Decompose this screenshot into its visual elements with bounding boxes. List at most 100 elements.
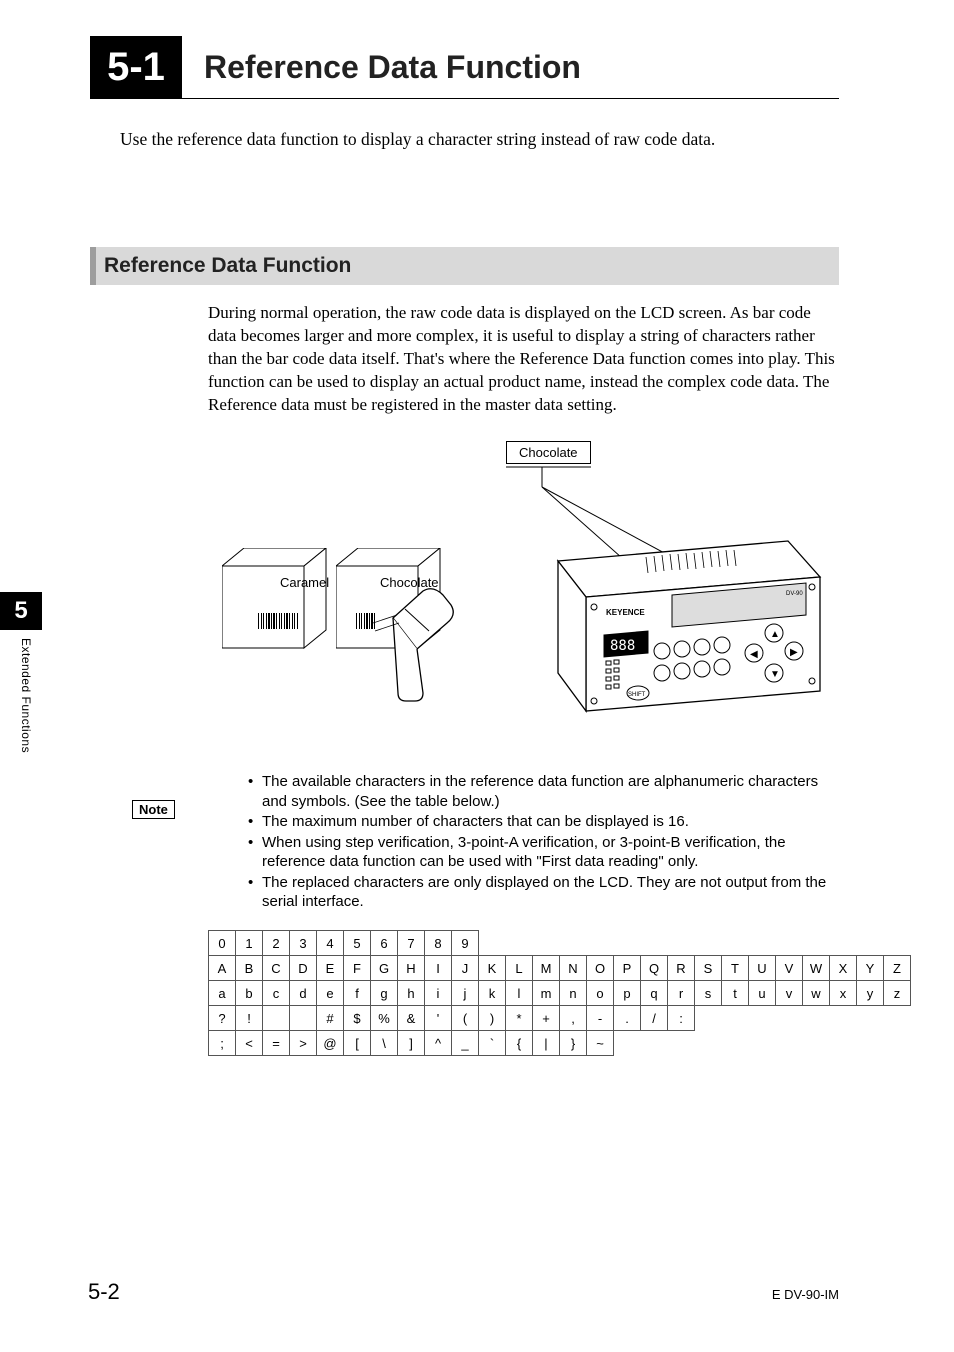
- footer-doc-id: E DV-90-IM: [772, 1287, 839, 1302]
- page: 5-1 Reference Data Function Use the refe…: [0, 0, 954, 1352]
- char-cell: j: [452, 981, 479, 1006]
- note-bullets: The available characters in the referenc…: [208, 772, 844, 913]
- char-cell: ': [425, 1006, 452, 1031]
- char-cell: [290, 1006, 317, 1031]
- char-cell: q: [641, 981, 668, 1006]
- char-cell: G: [371, 956, 398, 981]
- char-cell: g: [371, 981, 398, 1006]
- svg-text:▶: ▶: [790, 647, 798, 658]
- char-cell: E: [317, 956, 344, 981]
- char-cell: p: [614, 981, 641, 1006]
- char-cell: =: [263, 1031, 290, 1056]
- char-cell: N: [560, 956, 587, 981]
- char-cell: S: [695, 956, 722, 981]
- char-cell: s: [695, 981, 722, 1006]
- char-cell: R: [668, 956, 695, 981]
- bullet-2: When using step verification, 3-point-A …: [248, 833, 844, 872]
- page-title: Reference Data Function: [204, 49, 581, 86]
- svg-text:◀: ◀: [750, 649, 758, 660]
- char-cell: H: [398, 956, 425, 981]
- callout-text: Chocolate: [519, 445, 578, 460]
- char-cell: O: [587, 956, 614, 981]
- chapter-tab: 5: [0, 592, 42, 630]
- body-paragraph: During normal operation, the raw code da…: [208, 302, 839, 417]
- section-number: 5-1: [107, 45, 165, 90]
- barcode-icon-1: [258, 613, 314, 629]
- svg-text:888: 888: [610, 638, 635, 654]
- char-cell: e: [317, 981, 344, 1006]
- section-number-box: 5-1: [90, 36, 182, 98]
- char-cell: $: [344, 1006, 371, 1031]
- char-cell: 7: [398, 931, 425, 956]
- char-cell: -: [587, 1006, 614, 1031]
- char-cell: <: [236, 1031, 263, 1056]
- char-cell: n: [560, 981, 587, 1006]
- char-cell: w: [803, 981, 830, 1006]
- char-cell: W: [803, 956, 830, 981]
- bullet-3: The replaced characters are only display…: [248, 873, 844, 912]
- char-cell: *: [506, 1006, 533, 1031]
- intro-paragraph: Use the reference data function to displ…: [120, 128, 839, 152]
- char-cell: &: [398, 1006, 425, 1031]
- char-cell: V: [776, 956, 803, 981]
- char-cell: ~: [587, 1031, 614, 1056]
- char-cell: z: [884, 981, 911, 1006]
- char-cell: ): [479, 1006, 506, 1031]
- note-label: Note: [132, 800, 175, 819]
- char-cell: 1: [236, 931, 263, 956]
- char-cell: 9: [452, 931, 479, 956]
- char-cell: b: [236, 981, 263, 1006]
- char-cell: t: [722, 981, 749, 1006]
- svg-text:SHIFT: SHIFT: [628, 692, 646, 698]
- char-cell: }: [560, 1031, 587, 1056]
- char-cell: F: [344, 956, 371, 981]
- char-cell: {: [506, 1031, 533, 1056]
- svg-text:▲: ▲: [770, 629, 780, 640]
- char-cell: ;: [209, 1031, 236, 1056]
- char-cell: \: [371, 1031, 398, 1056]
- char-cell: ,: [560, 1006, 587, 1031]
- char-cell: ?: [209, 1006, 236, 1031]
- char-cell: ^: [425, 1031, 452, 1056]
- char-cell: Z: [884, 956, 911, 981]
- char-cell: %: [371, 1006, 398, 1031]
- product-box-1: [222, 548, 342, 653]
- chapter-number: 5: [14, 597, 27, 625]
- chapter-label: Extended Functions: [19, 638, 33, 753]
- box1-label: Caramel: [280, 575, 329, 590]
- char-cell: 0: [209, 931, 236, 956]
- char-cell: A: [209, 956, 236, 981]
- char-cell: 5: [344, 931, 371, 956]
- char-cell: o: [587, 981, 614, 1006]
- char-cell: m: [533, 981, 560, 1006]
- char-cell: r: [668, 981, 695, 1006]
- char-cell: [263, 1006, 290, 1031]
- char-cell: _: [452, 1031, 479, 1056]
- char-cell: J: [452, 956, 479, 981]
- char-cell: (: [452, 1006, 479, 1031]
- char-cell: I: [425, 956, 452, 981]
- char-cell: x: [830, 981, 857, 1006]
- char-cell: l: [506, 981, 533, 1006]
- char-cell: @: [317, 1031, 344, 1056]
- char-cell: U: [749, 956, 776, 981]
- char-cell: a: [209, 981, 236, 1006]
- char-cell: 6: [371, 931, 398, 956]
- char-cell: `: [479, 1031, 506, 1056]
- char-cell: D: [290, 956, 317, 981]
- char-cell: h: [398, 981, 425, 1006]
- char-cell: K: [479, 956, 506, 981]
- char-cell: ]: [398, 1031, 425, 1056]
- char-cell: u: [749, 981, 776, 1006]
- char-cell: d: [290, 981, 317, 1006]
- svg-text:▼: ▼: [770, 669, 780, 680]
- char-cell: M: [533, 956, 560, 981]
- char-cell: i: [425, 981, 452, 1006]
- char-cell: C: [263, 956, 290, 981]
- char-cell: T: [722, 956, 749, 981]
- title-bar: 5-1 Reference Data Function: [90, 36, 839, 99]
- char-cell: f: [344, 981, 371, 1006]
- svg-text:KEYENCE: KEYENCE: [606, 608, 645, 617]
- char-cell: L: [506, 956, 533, 981]
- char-cell: 4: [317, 931, 344, 956]
